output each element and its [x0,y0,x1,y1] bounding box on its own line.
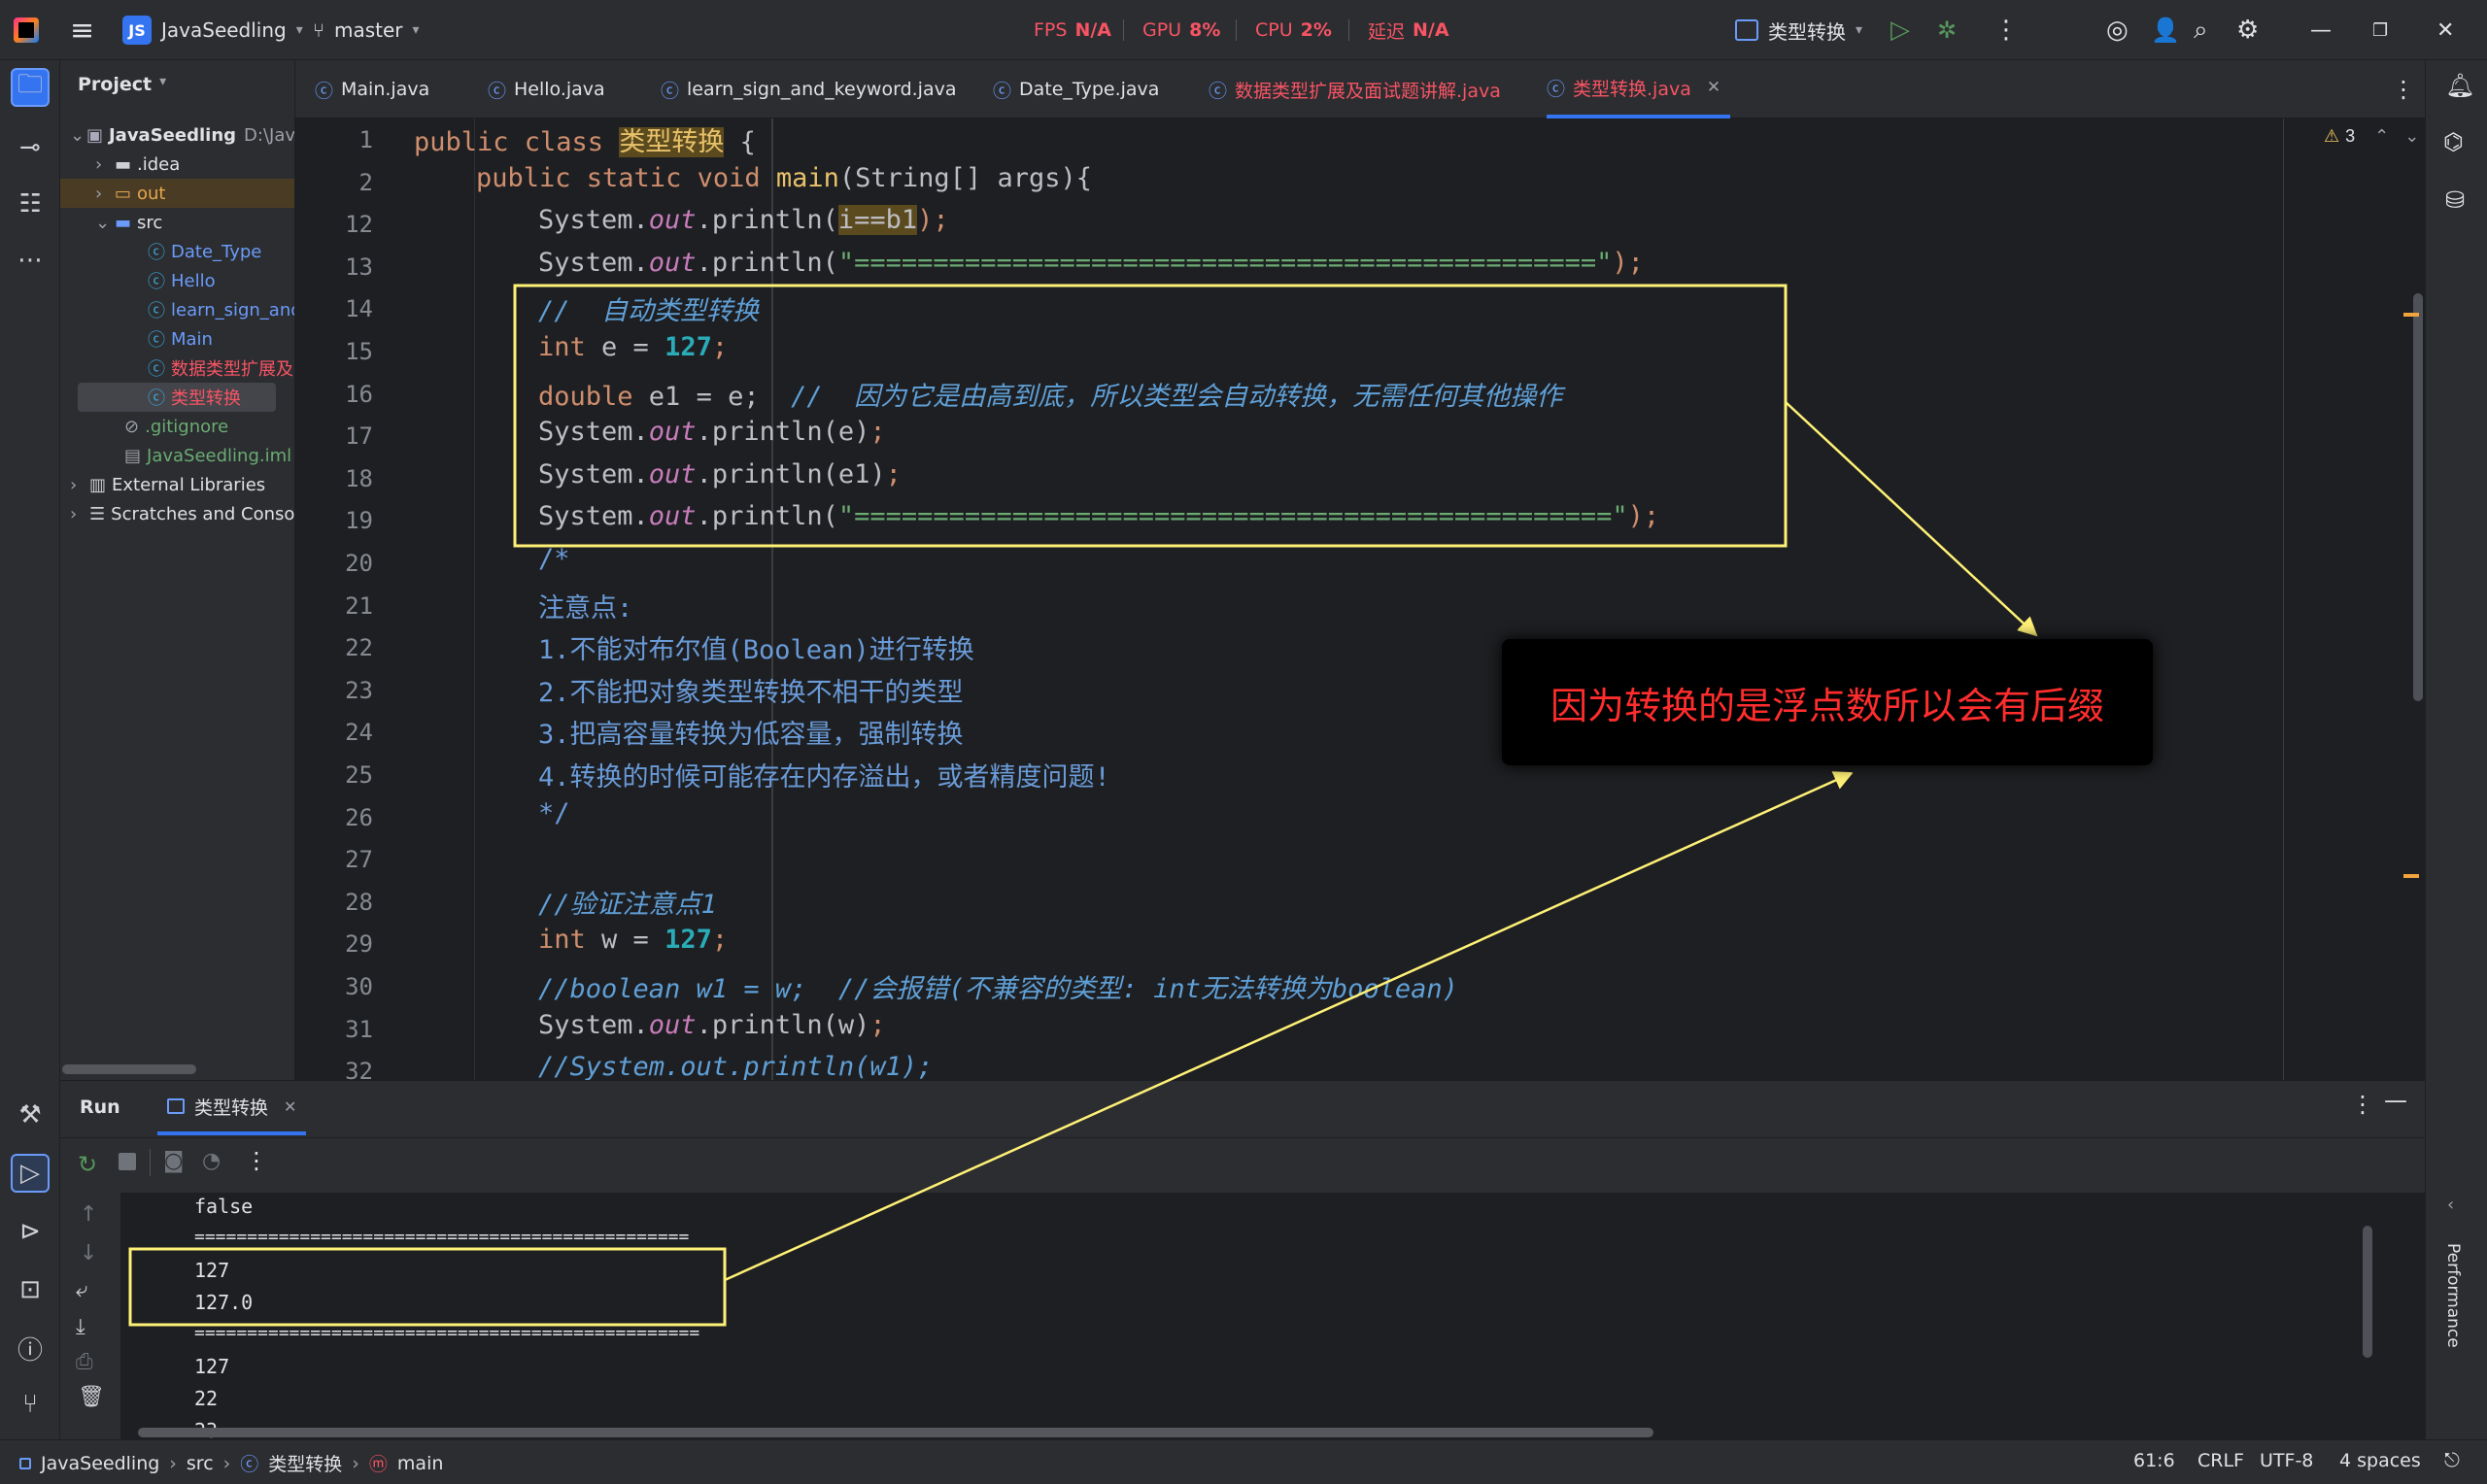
output-highlight-box [128,1247,727,1327]
annotation-callout: 因为转换的是浮点数所以会有后缀 [1502,639,2153,765]
code-highlight-box [513,284,1788,548]
annotation-arrow [724,771,1854,1282]
callout-text: 因为转换的是浮点数所以会有后缀 [1550,684,2104,727]
annotation-arrow [1785,401,2038,637]
